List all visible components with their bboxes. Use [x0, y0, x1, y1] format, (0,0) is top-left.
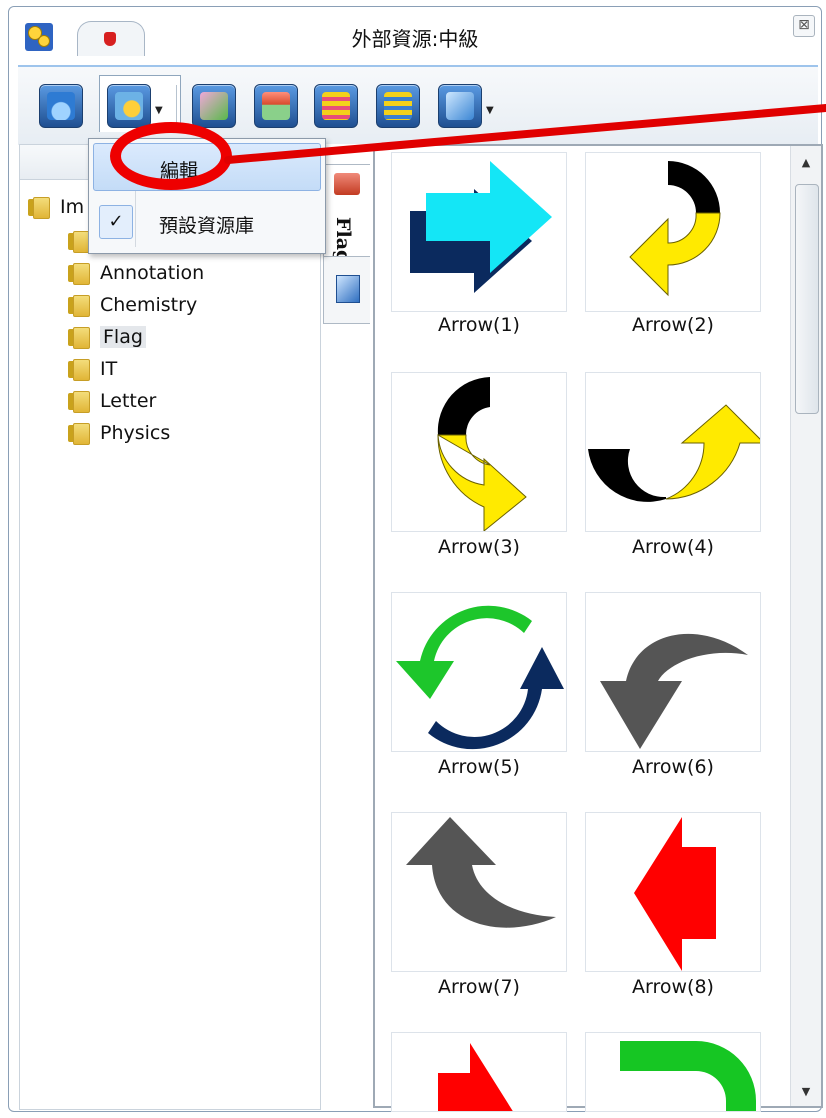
folder-icon: [68, 359, 90, 381]
tree-item-label: Physics: [100, 422, 171, 444]
tree-item-label: Chemistry: [100, 294, 198, 316]
refresh-button[interactable]: [192, 84, 236, 128]
arrow-9-image: [438, 1043, 513, 1111]
gallery-thumb-arrow-8[interactable]: [585, 812, 761, 972]
check-icon: ✓: [99, 205, 133, 239]
tree-item-label: IT: [100, 358, 118, 380]
tree-item-letter[interactable]: Letter: [68, 387, 156, 415]
arrow-3-image: [437, 377, 527, 531]
folders-icon: [262, 92, 290, 120]
category-tree-panel: Im Annotation Chemistry Flag IT Letter P…: [19, 144, 321, 1110]
tree-list-button[interactable]: [314, 84, 358, 128]
folder-icon: [68, 263, 90, 285]
import-icon: [47, 92, 75, 120]
scroll-thumb[interactable]: [795, 184, 819, 414]
tree-list-alt-icon: [384, 92, 412, 120]
folder-icon: [68, 295, 90, 317]
gallery-thumb-arrow-3[interactable]: [391, 372, 567, 532]
menu-item-default-library[interactable]: ✓ 預設資源庫: [93, 199, 321, 247]
dropdown-arrow-icon[interactable]: ▼: [486, 105, 494, 116]
flag-tab-icon: [334, 173, 360, 195]
import-button[interactable]: [39, 84, 83, 128]
gallery-caption: Arrow(4): [632, 536, 714, 558]
folder-icon: [68, 423, 90, 445]
arrow-4-image: [588, 404, 760, 502]
arrow-2-image: [629, 161, 721, 297]
tree-list-icon: [322, 92, 350, 120]
tree-item-annotation[interactable]: Annotation: [68, 259, 204, 287]
side-tab-strip: Flag: [321, 144, 371, 1108]
image-tab-icon: [336, 275, 360, 303]
tree-item-label: Letter: [100, 390, 157, 412]
dropdown-arrow-icon[interactable]: ▼: [155, 105, 163, 116]
menu-item-label: 預設資源庫: [159, 215, 255, 237]
folders-button[interactable]: [254, 84, 298, 128]
gallery-thumb-arrow-7[interactable]: [391, 812, 567, 972]
tree-item-physics[interactable]: Physics: [68, 419, 170, 447]
gallery-thumb-arrow-4[interactable]: [585, 372, 761, 532]
tree-list-alt-button[interactable]: [376, 84, 420, 128]
tree-item-label: Annotation: [100, 262, 205, 284]
tab-flag[interactable]: Flag: [323, 164, 370, 263]
resource-settings-icon: [115, 92, 143, 120]
refresh-icon: [200, 92, 228, 120]
tab-images[interactable]: [323, 256, 370, 324]
folder-icon: [68, 391, 90, 413]
arrow-8-image: [634, 817, 716, 971]
window-title: 外部資源:中級: [351, 27, 479, 51]
gallery-thumb-arrow-10[interactable]: [585, 1032, 761, 1112]
gallery-caption: Arrow(2): [632, 314, 714, 336]
gallery-icon: [446, 92, 474, 120]
gallery-thumb-arrow-1[interactable]: [391, 152, 567, 312]
title-bar: 外部資源:中級 ⊠: [9, 7, 821, 61]
arrow-6-image: [600, 633, 748, 749]
gallery-thumb-arrow-2[interactable]: [585, 152, 761, 312]
tree-item-it[interactable]: IT: [68, 355, 117, 383]
tree-item-root[interactable]: Im: [28, 193, 84, 221]
gallery-button[interactable]: [438, 84, 482, 128]
toolbar-separator: [176, 85, 177, 127]
tree-item-chemistry[interactable]: Chemistry: [68, 291, 197, 319]
folder-icon: [68, 327, 90, 349]
arrow-10-image: [620, 1041, 756, 1111]
arrow-7-image: [406, 817, 556, 928]
scroll-up-icon[interactable]: ▲: [791, 156, 821, 169]
tree-item-label: Flag: [100, 326, 146, 348]
gallery-thumb-arrow-9[interactable]: [391, 1032, 567, 1112]
gallery-thumb-arrow-5[interactable]: [391, 592, 567, 752]
resource-settings-button[interactable]: [107, 84, 151, 128]
gallery-caption: Arrow(8): [632, 976, 714, 998]
tree-item-flag[interactable]: Flag: [68, 323, 146, 351]
gallery-caption: Arrow(1): [438, 314, 520, 336]
gallery-panel: Arrow(1) Arrow(2) Arrow(3) Arrow(4) Arro…: [373, 144, 823, 1112]
gallery-caption: Arrow(6): [632, 756, 714, 778]
vertical-scrollbar[interactable]: ▲ ▼: [790, 146, 821, 1106]
annotation-circle: [110, 122, 232, 190]
folder-icon: [68, 231, 90, 253]
tree-item-label: Im: [60, 196, 85, 218]
gallery-caption: Arrow(3): [438, 536, 520, 558]
close-button[interactable]: ⊠: [793, 15, 815, 37]
arrow-1-image: [410, 161, 552, 293]
gallery-thumb-arrow-6[interactable]: [585, 592, 761, 752]
gallery-caption: Arrow(5): [438, 756, 520, 778]
arrow-5-image: [396, 605, 564, 750]
scroll-down-icon[interactable]: ▼: [791, 1085, 821, 1098]
gallery-caption: Arrow(7): [438, 976, 520, 998]
folder-icon: [28, 197, 50, 219]
